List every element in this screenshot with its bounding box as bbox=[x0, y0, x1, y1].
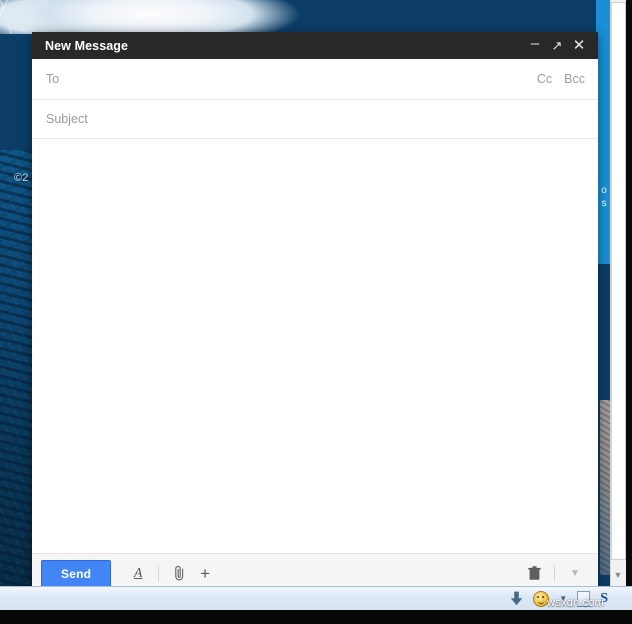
format-a-glyph: A bbox=[133, 565, 143, 581]
plus-glyph: + bbox=[200, 563, 211, 583]
close-icon[interactable]: ✕ bbox=[568, 35, 590, 57]
formatting-options-icon[interactable]: A bbox=[125, 561, 151, 587]
screen: ©2 o s ▼ New Message – ↗ ✕ To Cc Bcc Sub… bbox=[0, 0, 632, 624]
minimize-icon[interactable]: – bbox=[524, 32, 546, 59]
cc-link[interactable]: Cc bbox=[537, 72, 552, 86]
send-button[interactable]: Send bbox=[41, 559, 112, 588]
tray-chevron-down-icon[interactable]: ▼ bbox=[559, 590, 567, 608]
scrollbar-down-arrow-icon[interactable]: ▼ bbox=[610, 566, 626, 584]
to-field-row[interactable]: To Cc Bcc bbox=[32, 59, 598, 100]
expand-icon[interactable]: ↗ bbox=[546, 35, 568, 57]
toolbar-divider-1 bbox=[158, 565, 160, 582]
wallpaper-ice-ridge bbox=[0, 0, 380, 34]
subject-input[interactable]: Subject bbox=[46, 112, 585, 126]
background-page-sidebar[interactable] bbox=[596, 0, 610, 264]
document-icon[interactable] bbox=[577, 590, 591, 608]
insert-more-icon[interactable]: + bbox=[192, 561, 218, 587]
compose-titlebar[interactable]: New Message – ↗ ✕ bbox=[32, 32, 598, 59]
compose-window: New Message – ↗ ✕ To Cc Bcc Subject Send… bbox=[32, 32, 598, 593]
download-icon[interactable] bbox=[510, 590, 523, 608]
background-sidebar-line-1: o bbox=[601, 185, 607, 196]
attach-file-icon[interactable] bbox=[166, 561, 192, 587]
s-glyph: S bbox=[600, 590, 608, 606]
chevron-down-glyph: ▼ bbox=[570, 568, 580, 579]
toolbar-divider-2 bbox=[554, 565, 555, 582]
page-scrollbar-thumb[interactable] bbox=[611, 2, 626, 560]
s-app-icon[interactable]: S bbox=[600, 590, 608, 608]
subject-field-row[interactable]: Subject bbox=[32, 100, 598, 139]
tray-chevron-glyph: ▼ bbox=[559, 594, 568, 603]
compose-window-title: New Message bbox=[45, 38, 129, 53]
screen-right-bezel bbox=[626, 0, 632, 600]
to-input[interactable]: To bbox=[46, 72, 537, 86]
desktop-copyright-text: ©2 bbox=[14, 172, 29, 184]
background-page-sidebar-text: o s bbox=[598, 184, 610, 210]
background-sidebar-line-2: s bbox=[601, 198, 607, 209]
taskbar: ▼ S bbox=[0, 586, 632, 610]
more-options-chevron-down-icon[interactable]: ▼ bbox=[562, 561, 588, 587]
cc-bcc-group: Cc Bcc bbox=[537, 72, 585, 86]
discard-draft-icon[interactable] bbox=[521, 561, 547, 587]
message-body-input[interactable] bbox=[32, 139, 598, 554]
screen-bottom-bezel bbox=[0, 610, 632, 624]
bcc-link[interactable]: Bcc bbox=[564, 72, 585, 86]
smiley-icon[interactable] bbox=[533, 590, 550, 608]
